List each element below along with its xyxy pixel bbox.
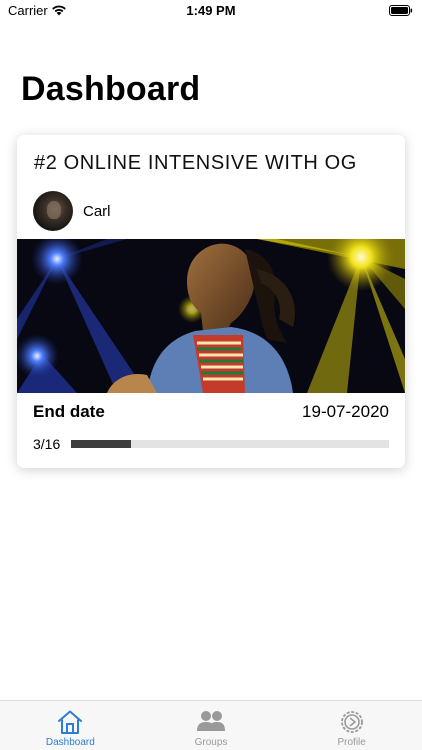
- home-icon: [58, 710, 83, 734]
- page-title: Dashboard: [21, 70, 201, 108]
- profile-gear-icon: [340, 711, 363, 733]
- tab-label-dashboard: Dashboard: [45, 737, 95, 748]
- tab-dashboard[interactable]: Dashboard: [0, 701, 141, 750]
- end-date-value: 19-07-2020: [302, 402, 389, 421]
- progress-bar: [71, 440, 389, 448]
- tab-label-profile: Profile: [337, 737, 366, 748]
- status-time: 1:49 PM: [186, 3, 236, 18]
- status-bar: Carrier 1:49 PM: [0, 0, 422, 22]
- course-title: #2 ONLINE INTENSIVE WITH OG: [34, 152, 357, 174]
- tab-label-groups: Groups: [194, 737, 228, 748]
- tab-bar: Dashboard Groups Profile: [0, 700, 422, 750]
- battery-icon: [389, 5, 413, 16]
- groups-icon: [197, 711, 225, 731]
- end-date-label: End date: [33, 402, 105, 421]
- tab-profile[interactable]: Profile: [281, 701, 422, 750]
- progress-count: 3/16: [33, 436, 61, 452]
- course-card[interactable]: #2 ONLINE INTENSIVE WITH OG Carl End dat…: [17, 135, 405, 468]
- progress-bar-fill: [71, 440, 131, 448]
- avatar: [33, 191, 73, 231]
- author-name: Carl: [83, 202, 111, 220]
- tab-groups[interactable]: Groups: [141, 701, 282, 750]
- dashboard-screen: Carrier 1:49 PM Dashboard #2 ONLINE INTE…: [0, 0, 422, 750]
- author-row: Carl: [33, 191, 111, 231]
- course-cover-image: [17, 239, 405, 393]
